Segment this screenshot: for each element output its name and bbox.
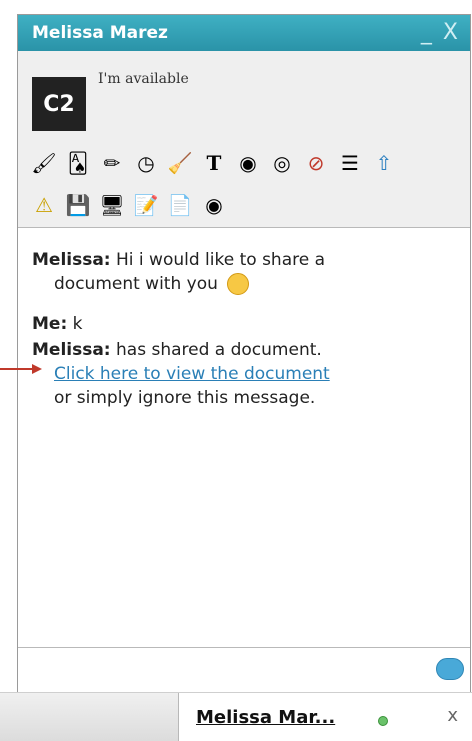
notes-icon[interactable]: ☰ <box>336 149 364 177</box>
chat-window: Melissa Marez _ X C2 I'm available 🖌 🂡 ✏… <box>17 14 471 694</box>
chat-title: Melissa Marez <box>32 23 168 43</box>
sender-name: Melissa: <box>32 250 111 270</box>
whiteboard-icon[interactable]: 📝 <box>132 191 160 219</box>
message-text-cont: document with you <box>54 274 218 294</box>
window-controls[interactable]: _ X <box>421 20 460 45</box>
message-input-area[interactable] <box>18 647 470 694</box>
message-text: Hi i would like to share a <box>116 250 326 270</box>
save-icon[interactable]: 💾 <box>64 191 92 219</box>
draw-icon[interactable]: 🖌 <box>30 149 58 177</box>
view-document-link[interactable]: Click here to view the document <box>54 364 330 384</box>
online-status-icon <box>378 716 388 726</box>
pointer-arrow <box>0 364 42 374</box>
taskbar: Melissa Mar... x <box>0 692 472 741</box>
webcam-icon[interactable]: ◉ <box>234 149 262 177</box>
message-melissa-2: Melissa: has shared a document. Click he… <box>32 338 457 410</box>
sender-name: Me: <box>32 314 68 334</box>
tool-row-1: 🖌 🂡 ✏ ◷ 🧹 T ◉ ◎ ⊘ ☰ ⇧ <box>30 149 460 177</box>
chat-titlebar[interactable]: Melissa Marez _ X <box>18 15 470 51</box>
text-icon[interactable]: T <box>200 149 228 177</box>
message-me: Me: k <box>32 312 457 336</box>
block-icon[interactable]: ⊘ <box>302 149 330 177</box>
copy-icon[interactable]: 📄 <box>166 191 194 219</box>
tool-row-2: ⚠ 💾 🖥 📝 📄 ◉ <box>30 191 460 219</box>
audio-icon[interactable]: ◎ <box>268 149 296 177</box>
message-melissa-1: Melissa: Hi i would like to share a docu… <box>32 248 457 296</box>
broom-icon[interactable]: 🧹 <box>166 149 194 177</box>
send-message-icon[interactable] <box>436 658 464 680</box>
message-list: Melissa: Hi i would like to share a docu… <box>18 228 470 648</box>
avatar: C2 <box>32 77 86 131</box>
pencil-icon[interactable]: ✏ <box>98 149 126 177</box>
webcam-share-icon[interactable]: ◉ <box>200 191 228 219</box>
clock-icon[interactable]: ◷ <box>132 149 160 177</box>
cards-icon[interactable]: 🂡 <box>64 149 92 177</box>
screen-icon[interactable]: 🖥 <box>98 191 126 219</box>
message-text: has shared a document. <box>116 340 322 360</box>
empty-tab[interactable] <box>0 693 179 741</box>
smiley-icon <box>227 273 250 295</box>
message-text: k <box>72 314 83 334</box>
sender-name: Melissa: <box>32 340 111 360</box>
chat-tab-name[interactable]: Melissa Mar... <box>196 707 335 728</box>
profile-area: C2 I'm available 🖌 🂡 ✏ ◷ 🧹 T ◉ ◎ ⊘ ☰ ⇧ ⚠… <box>18 51 470 228</box>
warning-icon[interactable]: ⚠ <box>30 191 58 219</box>
upload-icon[interactable]: ⇧ <box>370 149 398 177</box>
status-text: I'm available <box>98 71 189 87</box>
ignore-message-text: or simply ignore this message. <box>54 388 316 408</box>
close-tab-button[interactable]: x <box>447 705 458 726</box>
